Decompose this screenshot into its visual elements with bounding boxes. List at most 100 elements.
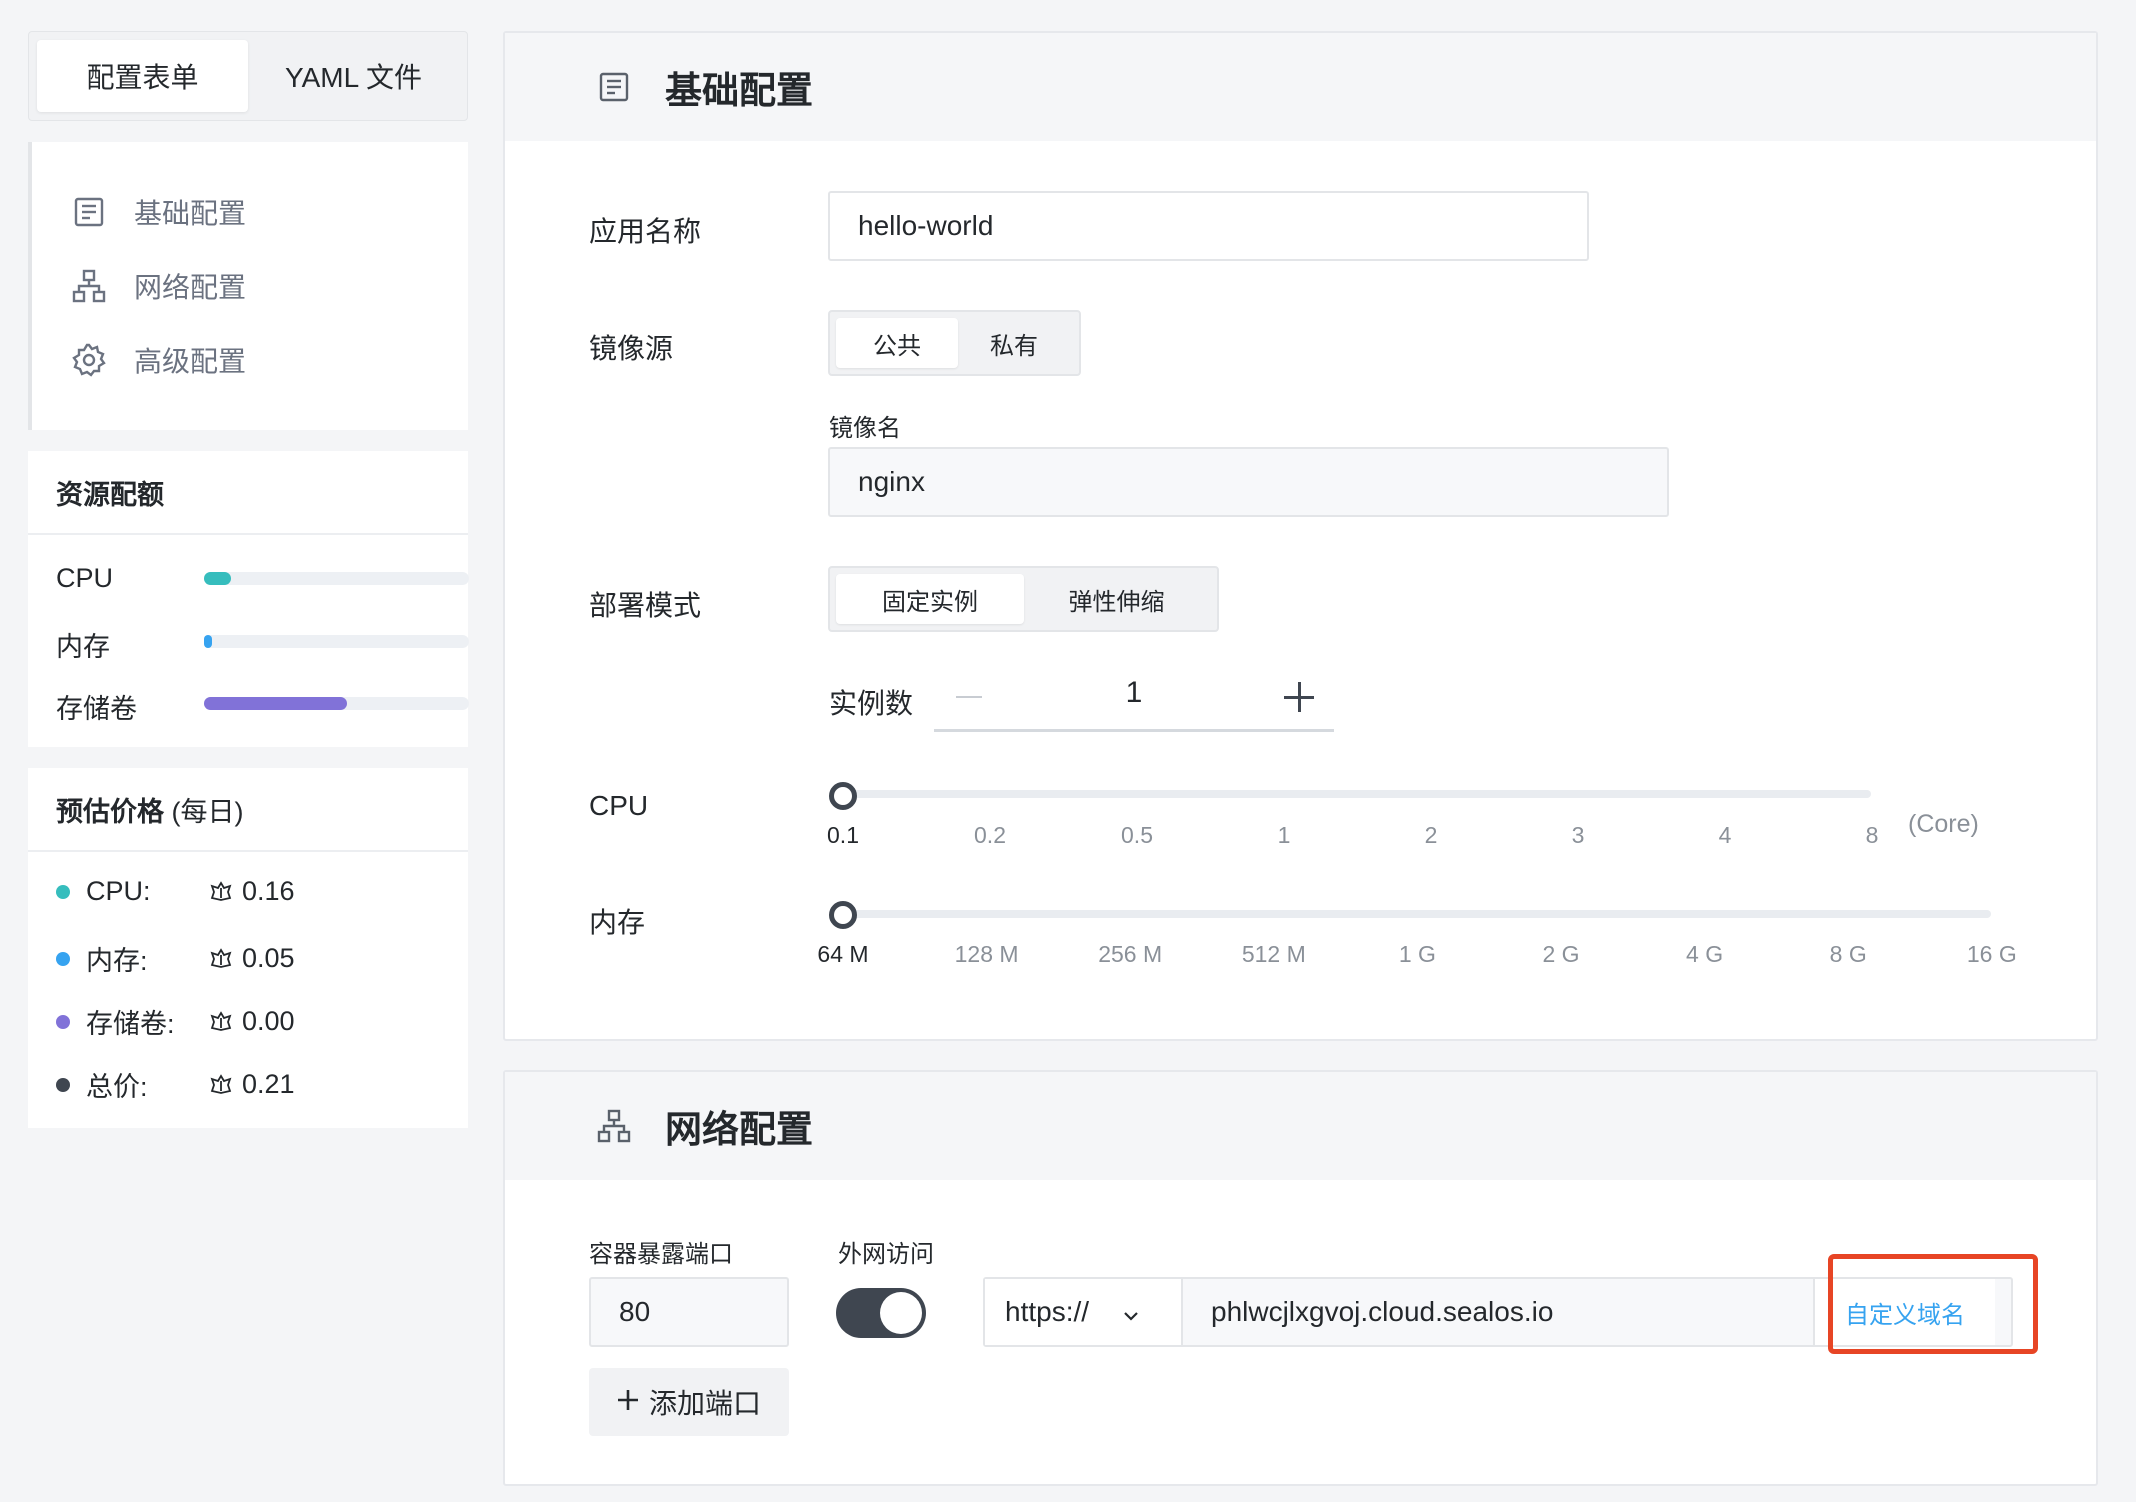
- price-estimate-card: 预估价格 (每日) CPU: 0.16 内存: 0.05 存储卷: 0.00 总价: 0.21: [28, 768, 468, 1128]
- slider-tick-label[interactable]: 2: [1425, 822, 1438, 849]
- price-row: 总价: 0.21: [56, 1065, 295, 1104]
- coin-icon: [208, 1072, 234, 1098]
- slider-tick-label[interactable]: 8: [1866, 822, 1879, 849]
- slider-tick-label[interactable]: 8 G: [1830, 941, 1867, 968]
- public-access-label: 外网访问: [838, 1241, 934, 1268]
- tab-yaml-file[interactable]: YAML 文件: [248, 40, 459, 112]
- memory-label: 内存: [589, 907, 646, 938]
- plus-icon: [617, 1386, 639, 1418]
- legend-dot: [56, 884, 70, 899]
- image-name-input[interactable]: nginx: [828, 447, 1669, 517]
- memory-slider-thumb[interactable]: [829, 901, 857, 929]
- slider-tick-label[interactable]: 3: [1572, 822, 1585, 849]
- quota-bar-storage: [204, 697, 469, 710]
- quota-label: 存储卷: [56, 694, 137, 724]
- network-icon: [70, 267, 108, 305]
- coin-icon: [208, 1009, 234, 1035]
- cpu-unit: (Core): [1908, 810, 1979, 838]
- document-icon: [595, 68, 633, 106]
- cpu-label: CPU: [589, 790, 649, 821]
- add-port-button[interactable]: 添加端口: [589, 1368, 789, 1436]
- quota-row-cpu: CPU: [56, 563, 113, 594]
- tab-config-form[interactable]: 配置表单: [37, 40, 248, 112]
- price-label: 内存:: [86, 946, 148, 976]
- basic-config-header: 基础配置: [505, 33, 2096, 141]
- image-name-label: 镜像名: [829, 415, 901, 442]
- section-title: 基础配置: [665, 70, 813, 111]
- deploy-mode-label: 部署模式: [589, 590, 702, 621]
- price-value: 0.21: [242, 1069, 295, 1099]
- nav-item-label: 基础配置: [134, 198, 247, 229]
- quota-label: 内存: [56, 632, 110, 662]
- instances-stepper: 1: [934, 660, 1334, 732]
- slider-tick-label[interactable]: 128 M: [955, 941, 1019, 968]
- image-source-public[interactable]: 公共: [836, 318, 958, 368]
- price-row: CPU: 0.16: [56, 876, 295, 907]
- coin-icon: [208, 946, 234, 972]
- legend-dot: [56, 1077, 70, 1092]
- deploy-mode-fixed[interactable]: 固定实例: [836, 574, 1024, 624]
- price-value: 0.05: [242, 943, 295, 973]
- slider-tick-label[interactable]: 0.2: [974, 822, 1006, 849]
- deploy-mode-selector: 固定实例 弹性伸缩: [828, 566, 1219, 632]
- quota-row-storage: 存储卷: [56, 687, 137, 726]
- plus-icon[interactable]: [1284, 682, 1314, 712]
- quota-bar-fill: [204, 697, 348, 710]
- price-title: 预估价格 (每日): [28, 768, 468, 852]
- quota-bar-cpu: [204, 572, 469, 585]
- image-source-selector: 公共 私有: [828, 310, 1081, 376]
- nav-item-advanced-config[interactable]: 高级配置: [32, 312, 468, 408]
- cpu-slider-track[interactable]: [843, 790, 1871, 798]
- price-label: CPU:: [86, 876, 151, 906]
- app-name-input[interactable]: hello-world: [828, 191, 1589, 261]
- quota-row-memory: 内存: [56, 625, 110, 664]
- section-title: 网络配置: [665, 1109, 813, 1150]
- slider-tick-label[interactable]: 512 M: [1242, 941, 1306, 968]
- price-label: 总价:: [86, 1072, 148, 1102]
- slider-tick-label[interactable]: 2 G: [1542, 941, 1579, 968]
- legend-dot: [56, 1014, 70, 1029]
- highlight-box: [1828, 1254, 2038, 1354]
- slider-tick-label[interactable]: 0.1: [827, 822, 859, 849]
- protocol-value: https://: [1005, 1296, 1090, 1327]
- network-config-header: 网络配置: [505, 1072, 2096, 1180]
- public-access-toggle[interactable]: [836, 1288, 926, 1338]
- image-source-private[interactable]: 私有: [958, 318, 1070, 368]
- nav-item-label: 高级配置: [134, 346, 247, 377]
- image-source-label: 镜像源: [589, 333, 674, 364]
- instances-value[interactable]: 1: [1114, 676, 1154, 710]
- basic-config-card: 基础配置: [503, 31, 2098, 1041]
- quota-bar-memory: [204, 635, 469, 648]
- slider-tick-label[interactable]: 64 M: [817, 941, 868, 968]
- port-input[interactable]: 80: [589, 1277, 789, 1347]
- slider-tick-label[interactable]: 1 G: [1399, 941, 1436, 968]
- deploy-mode-autoscale[interactable]: 弹性伸缩: [1024, 574, 1209, 624]
- slider-tick-label[interactable]: 16 G: [1967, 941, 2017, 968]
- section-nav: 基础配置 网络配置 高级配置: [28, 142, 468, 430]
- slider-tick-label[interactable]: 0.5: [1121, 822, 1153, 849]
- chevron-down-icon: [1123, 1296, 1139, 1328]
- cpu-slider-thumb[interactable]: [829, 782, 857, 810]
- resource-quota-card: 资源配额 CPU 内存 存储卷: [28, 451, 469, 747]
- toggle-knob: [880, 1292, 922, 1334]
- minus-icon[interactable]: [956, 696, 982, 698]
- quota-title: 资源配额: [28, 451, 468, 535]
- price-row: 存储卷: 0.00: [56, 1002, 295, 1041]
- slider-tick-label[interactable]: 4: [1719, 822, 1732, 849]
- document-icon: [70, 193, 108, 231]
- price-row: 内存: 0.05: [56, 939, 295, 978]
- network-icon: [595, 1107, 633, 1145]
- slider-tick-label[interactable]: 1: [1278, 822, 1291, 849]
- quota-bar-fill: [204, 635, 212, 648]
- slider-tick-label[interactable]: 4 G: [1686, 941, 1723, 968]
- port-label: 容器暴露端口: [589, 1241, 733, 1268]
- protocol-select[interactable]: https://: [985, 1279, 1183, 1345]
- gear-icon: [70, 341, 108, 379]
- view-mode-tabs: 配置表单 YAML 文件: [28, 31, 468, 121]
- slider-tick-label[interactable]: 256 M: [1098, 941, 1162, 968]
- instances-label: 实例数: [829, 688, 914, 719]
- price-title-text: 预估价格: [56, 796, 164, 827]
- price-label: 存储卷:: [86, 1009, 175, 1039]
- memory-slider-track[interactable]: [843, 910, 1991, 918]
- quota-label: CPU: [56, 563, 114, 593]
